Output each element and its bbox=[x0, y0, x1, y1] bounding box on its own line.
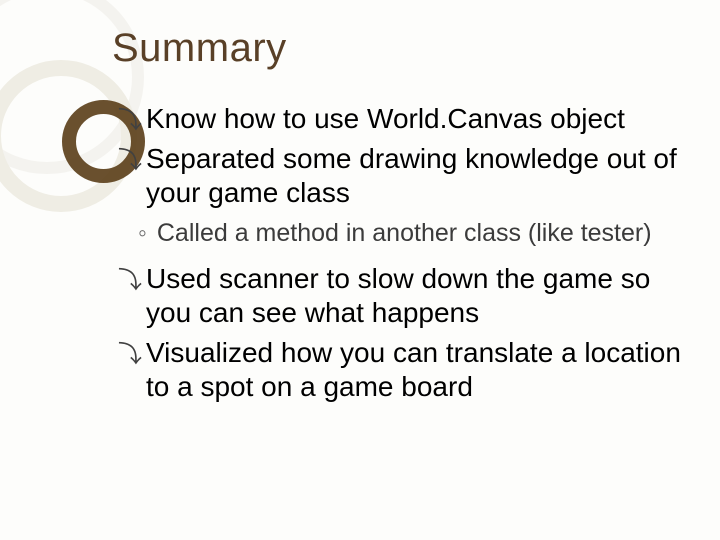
bullet-icon: ⤵ bbox=[118, 266, 142, 295]
bullet-text: Visualized how you can translate a locat… bbox=[146, 336, 688, 404]
bullet-item: ⤵ Used scanner to slow down the game so … bbox=[118, 262, 688, 330]
bullet-text: Used scanner to slow down the game so yo… bbox=[146, 262, 688, 330]
bullet-icon: ⤵ bbox=[118, 106, 142, 135]
bullet-icon: ⤵ bbox=[118, 340, 142, 369]
sub-bullet-text: Called a method in another class (like t… bbox=[157, 218, 688, 249]
slide: Summary ⤵ Know how to use World.Canvas o… bbox=[0, 0, 720, 540]
sub-bullet-icon: ◦ bbox=[138, 218, 147, 249]
slide-body: ⤵ Know how to use World.Canvas object ⤵ … bbox=[118, 102, 688, 410]
bullet-text: Separated some drawing knowledge out of … bbox=[146, 142, 688, 210]
bullet-item: ⤵ Know how to use World.Canvas object bbox=[118, 102, 688, 136]
bullet-text: Know how to use World.Canvas object bbox=[146, 102, 688, 136]
bullet-item: ⤵ Visualized how you can translate a loc… bbox=[118, 336, 688, 404]
bullet-icon: ⤵ bbox=[118, 146, 142, 175]
slide-title: Summary bbox=[112, 26, 287, 71]
sub-bullet-item: ◦ Called a method in another class (like… bbox=[138, 218, 688, 249]
bullet-item: ⤵ Separated some drawing knowledge out o… bbox=[118, 142, 688, 210]
